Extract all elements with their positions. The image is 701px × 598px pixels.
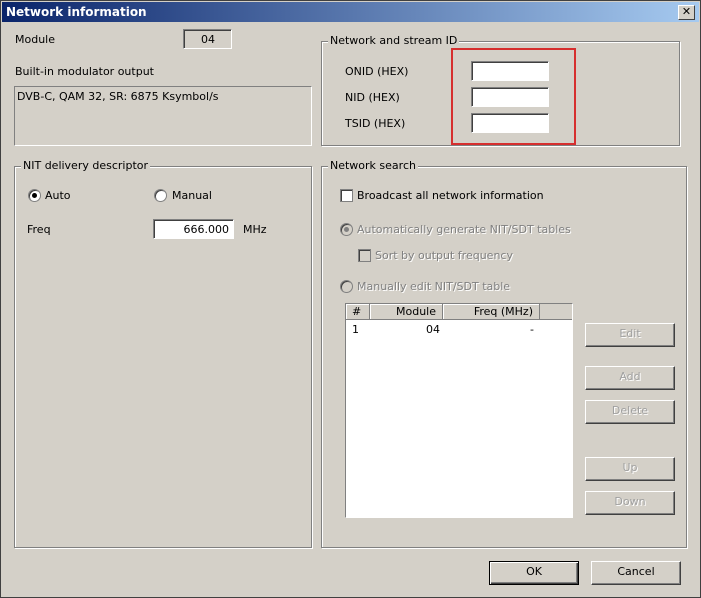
manual-edit-label[interactable]: Manually edit NIT/SDT table — [357, 280, 510, 293]
delete-button[interactable]: Delete — [585, 400, 675, 424]
down-button[interactable]: Down — [585, 491, 675, 515]
network-search-legend: Network search — [328, 159, 418, 172]
row-module: 04 — [426, 323, 440, 336]
highlight-box — [451, 48, 576, 145]
ok-button[interactable]: OK — [489, 561, 579, 585]
freq-unit: MHz — [243, 223, 267, 236]
column-header-freq[interactable]: Freq (MHz) — [443, 304, 540, 319]
auto-generate-label[interactable]: Automatically generate NIT/SDT tables — [357, 223, 571, 236]
nit-delivery-legend: NIT delivery descriptor — [21, 159, 151, 172]
table-header: # Module Freq (MHz) — [346, 304, 572, 320]
up-button[interactable]: Up — [585, 457, 675, 481]
close-icon: ✕ — [681, 5, 692, 18]
title-bar[interactable]: Network information ✕ — [2, 2, 699, 22]
window-title: Network information — [6, 5, 147, 19]
sort-checkbox[interactable] — [358, 249, 371, 262]
module-label: Module — [15, 33, 55, 46]
network-stream-id-legend: Network and stream ID — [328, 34, 460, 47]
broadcast-checkbox[interactable] — [340, 189, 353, 202]
auto-generate-radio[interactable] — [340, 223, 353, 236]
row-number: 1 — [352, 323, 359, 336]
row-freq: - — [530, 323, 534, 336]
auto-radio-label[interactable]: Auto — [45, 189, 71, 202]
manual-radio[interactable] — [154, 189, 167, 202]
module-value-field: 04 — [183, 29, 232, 49]
radio-selected-dot — [344, 227, 349, 232]
freq-value: 666.000 — [183, 223, 230, 236]
modulator-output-label: Built-in modulator output — [15, 65, 154, 78]
cancel-button[interactable]: Cancel — [591, 561, 681, 585]
add-button[interactable]: Add — [585, 366, 675, 390]
modulator-output-text: DVB-C, QAM 32, SR: 6875 Ksymbol/s — [17, 90, 219, 103]
column-header-module[interactable]: Module — [370, 304, 443, 319]
column-header-number[interactable]: # — [346, 304, 370, 319]
manual-edit-radio[interactable] — [340, 280, 353, 293]
edit-button[interactable]: Edit — [585, 323, 675, 347]
tsid-label: TSID (HEX) — [345, 117, 406, 130]
nid-label: NID (HEX) — [345, 91, 400, 104]
sort-checkbox-label[interactable]: Sort by output frequency — [375, 249, 513, 262]
onid-label: ONID (HEX) — [345, 65, 409, 78]
auto-radio[interactable] — [28, 189, 41, 202]
freq-input[interactable]: 666.000 — [153, 219, 234, 239]
close-button[interactable]: ✕ — [678, 5, 695, 20]
freq-label: Freq — [27, 223, 51, 236]
manual-radio-label[interactable]: Manual — [172, 189, 212, 202]
nit-sdt-table[interactable]: # Module Freq (MHz) 1 04 - — [345, 303, 573, 518]
broadcast-checkbox-label[interactable]: Broadcast all network information — [357, 189, 544, 202]
radio-selected-dot — [32, 193, 37, 198]
module-value: 04 — [201, 33, 215, 46]
modulator-output-box: DVB-C, QAM 32, SR: 6875 Ksymbol/s — [14, 86, 312, 146]
